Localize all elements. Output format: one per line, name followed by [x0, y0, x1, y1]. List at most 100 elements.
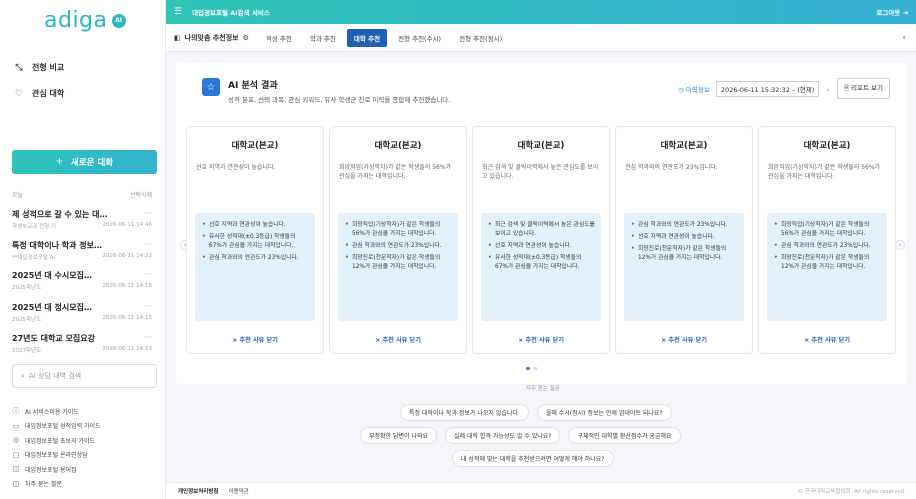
logout-label: 로그아웃 — [876, 9, 901, 17]
reason-box: 관심 학과와의 연관도가 23%입니다. 선호 지역과 연관성이 높습니다. 희… — [624, 213, 744, 321]
faq-row: 내 성적에 맞는 대학을 추천받으려면 어떻게 해야 하나요? — [452, 450, 614, 467]
close-reason-button[interactable]: × 추천 사유 닫기 — [473, 335, 609, 344]
plus-icon: + — [55, 157, 64, 167]
chevron-right-icon[interactable]: › — [895, 240, 905, 250]
close-reason-button[interactable]: × 추천 사유 닫기 — [616, 335, 752, 344]
card-title: 대학교(본교) — [374, 141, 422, 151]
card-title: 대학교(본교) — [803, 141, 851, 151]
menu-icon[interactable]: ☰ — [174, 7, 182, 17]
reason-item: 관심 학과와의 연관도가 23%입니다. — [630, 221, 738, 230]
logo[interactable]: adiga AI — [44, 8, 126, 33]
new-chat-button[interactable]: + 새로운 대화 — [12, 150, 157, 174]
card-summary: 최근 검색 및 클릭이력에서 높은 관심도를 보이고 있습니다. — [482, 164, 599, 181]
close-reason-button[interactable]: × 추천 사유 닫기 — [759, 335, 895, 344]
reason-item: 선호 지역과 연관성이 높습니다. — [630, 233, 738, 242]
faq-chip[interactable]: 실제 대학 합격 가능성도 알 수 있나요? — [445, 427, 561, 444]
carousel-dot[interactable] — [534, 367, 537, 370]
guide-links: ⓘ AI 서비스이용 가이드 ▭ 대입정보포털 성적입력 가이드 ◎ 대입정보포털 초… — [12, 404, 101, 491]
chevron-left-icon[interactable]: ‹ — [902, 33, 906, 43]
card-summary: 희망직업(기상학자)가 같은 학생들의 56%가 관심을 가지는 대학입니다. — [339, 164, 452, 181]
report-button[interactable]: 🗎 리포트 보기 — [836, 78, 890, 99]
faq-chip[interactable]: 올해 수시(정시) 정보는 언제 업데이트 되나요? — [536, 404, 672, 421]
faq-chip[interactable]: 부정확한 답변이 나와요 — [360, 427, 438, 444]
faq-icon: ◫ — [12, 479, 20, 488]
tab-major[interactable]: 학과 추천 — [303, 29, 343, 47]
history-heading: 오늘 — [12, 192, 24, 199]
privacy-link[interactable]: 개인정보처리방침 — [178, 487, 218, 495]
tab-university[interactable]: 대학 추천 — [346, 28, 388, 47]
history-search-input[interactable]: ⌕ AI 상담 내역 검색 — [12, 364, 157, 388]
carousel-dots — [526, 367, 537, 370]
sidebar: adiga AI ⤡ 전형 비교 ♡ 관심 대학 + 새로운 대화 오늘 선택삭… — [0, 0, 166, 499]
guide-link-label: 대입정보포털 초보자 가이드 — [25, 437, 96, 445]
ai-badge: AI — [111, 13, 126, 28]
history-item[interactable]: 2025년 대 수시모집… ··· 2025학년도 2026-06-11 14:16 — [12, 270, 152, 291]
guide-icon: ◎ — [12, 436, 20, 445]
university-card[interactable]: 대학교(본교) 희망직업(기상학자)가 같은 학생들의 56%가 관심을 가지는… — [758, 126, 896, 354]
report-label: 리포트 보기 — [851, 84, 883, 92]
more-icon[interactable]: ··· — [144, 209, 152, 220]
university-card[interactable]: 대학교(본교) 선호 지역과 연관성이 높습니다. 선호 지역과 연관성이 높습… — [186, 126, 324, 354]
faq-chip[interactable]: 구체적인 대학별 환산점수가 궁금해요 — [568, 427, 681, 444]
card-summary: 선호 지역과 연관성이 높습니다. — [196, 164, 276, 171]
faq-chip[interactable]: 내 성적에 맞는 대학을 추천받으려면 어떻게 해야 하나요? — [452, 450, 614, 467]
terms-link[interactable]: 이용약관 — [228, 487, 248, 495]
faq-row: 부정확한 답변이 나와요 실제 대학 합격 가능성도 알 수 있나요? 구체적인… — [360, 427, 681, 444]
history-item-time: 2026-06-11 14:16 — [102, 283, 152, 289]
card-title: 대학교(본교) — [517, 141, 565, 151]
guide-link[interactable]: ⓘ AI 서비스이용 가이드 — [12, 404, 101, 419]
history-item[interactable]: 특정 대학이나 학과 정보… ··· **대입정보포털 AI 2026-06-11 … — [12, 240, 152, 261]
reason-item: 선호 지역과 연관성이 높습니다. — [201, 221, 309, 230]
guide-link-label: 대입정보포털 성적입력 가이드 — [25, 423, 101, 431]
university-card[interactable]: 대학교(본교) 관심 학과와의 연관도가 23%입니다. 관심 학과와의 연관도… — [615, 126, 753, 354]
guide-link[interactable]: ◎ 대입정보포털 초보자 가이드 — [12, 433, 101, 448]
reason-box: 희망직업(기상학자)가 같은 학생들의 56%가 관심을 가지는 대학입니다. … — [767, 213, 887, 321]
close-reason-button[interactable]: × 추천 사유 닫기 — [330, 335, 466, 344]
history-item-title: 27년도 대학교 모집요강 — [12, 334, 95, 343]
more-icon[interactable]: ··· — [144, 302, 152, 313]
reason-item: 유사한 성적대(±0.3등급) 학생들의 67%가 관심을 가지는 대학입니다. — [201, 233, 309, 251]
close-reason-button[interactable]: × 추천 사유 닫기 — [187, 335, 323, 344]
history-item[interactable]: 제 성적으로 갈 수 있는 대… ··· 학생부교과 전형 기 2026-06-11… — [12, 209, 152, 230]
gear-icon[interactable]: ⚙ — [243, 34, 249, 42]
guide-link-label: 자주 묻는 질문 — [25, 481, 62, 489]
guide-link[interactable]: ▢ 대입정보포털 온라인상담 — [12, 448, 101, 463]
panel-icon[interactable]: ◧ — [174, 34, 181, 42]
new-chat-label: 새로운 대화 — [71, 158, 114, 168]
card-title: 대학교(본교) — [660, 141, 708, 151]
recommend-info-label: 나의맞춤 추천정보 — [184, 33, 239, 42]
university-card[interactable]: 대학교(본교) 최근 검색 및 클릭이력에서 높은 관심도를 보이고 있습니다.… — [472, 126, 610, 354]
history-item[interactable]: 2025년 대 정시모집… ··· 2025학년도 2026-06-11 14:15 — [12, 302, 152, 323]
guide-link[interactable]: ▭ 대입정보포털 성적입력 가이드 — [12, 419, 101, 434]
menu-favorites[interactable]: ♡ 관심 대학 — [14, 88, 64, 99]
faq-row: 특정 대학이나 학과 정보가 나오지 않습니다. 올해 수시(정시) 정보는 언… — [400, 404, 672, 421]
history-item-time: 2026-06-11 14:15 — [102, 315, 152, 321]
carousel-dot[interactable] — [526, 367, 530, 370]
guide-link[interactable]: ◫ 대입정보포털 용어집 — [12, 462, 101, 477]
menu-compare[interactable]: ⤡ 전형 비교 — [14, 62, 64, 73]
more-icon[interactable]: ··· — [144, 333, 152, 344]
history-select[interactable]: 2026-06-11 15:32:32 – (현재) — [715, 80, 820, 97]
history-item-sub: 학생부교과 전형 기 — [12, 224, 56, 230]
tab-early-admission[interactable]: 전형 추천(수시) — [391, 29, 448, 47]
copyright: © 한국대학교육협의회. All rights reserved. — [797, 489, 906, 495]
history-item-time: 2026-06-11 14:22 — [102, 253, 152, 259]
tab-aptitude[interactable]: 적성 추천 — [259, 29, 299, 47]
guide-link[interactable]: ◫ 자주 묻는 질문 — [12, 477, 101, 492]
faq-chip[interactable]: 특정 대학이나 학과 정보가 나오지 않습니다. — [400, 404, 529, 421]
tab-regular-admission[interactable]: 전형 추천(정시) — [452, 29, 509, 47]
history-item-title: 특정 대학이나 학과 정보… — [12, 241, 102, 250]
history-delete-button[interactable]: 선택삭제 — [130, 190, 152, 199]
compare-icon: ⤡ — [15, 62, 23, 73]
university-card[interactable]: 대학교(본교) 희망직업(기상학자)가 같은 학생들의 56%가 관심을 가지는… — [329, 126, 467, 354]
reason-item: 희망진로(천문학자)가 같은 학생들의 12%가 관심을 가지는 대학입니다. — [773, 254, 881, 272]
logout-button[interactable]: 로그아웃 ⇥ — [876, 7, 908, 17]
recommend-info-header: ◧ 나의맞춤 추천정보 ⚙ — [174, 33, 249, 43]
guide-link-label: 대입정보포털 용어집 — [25, 466, 77, 474]
result-title: AI 분석 결과 — [228, 81, 278, 91]
more-icon[interactable]: ··· — [144, 270, 152, 281]
more-icon[interactable]: ··· — [144, 240, 152, 251]
chevron-down-icon[interactable]: ⌄ — [825, 85, 830, 93]
history-item[interactable]: 27년도 대학교 모집요강 ··· 2027학년도 2026-06-11 14:13 — [12, 333, 152, 354]
reason-item: 선호 지역과 연관성이 높습니다. — [487, 242, 595, 251]
